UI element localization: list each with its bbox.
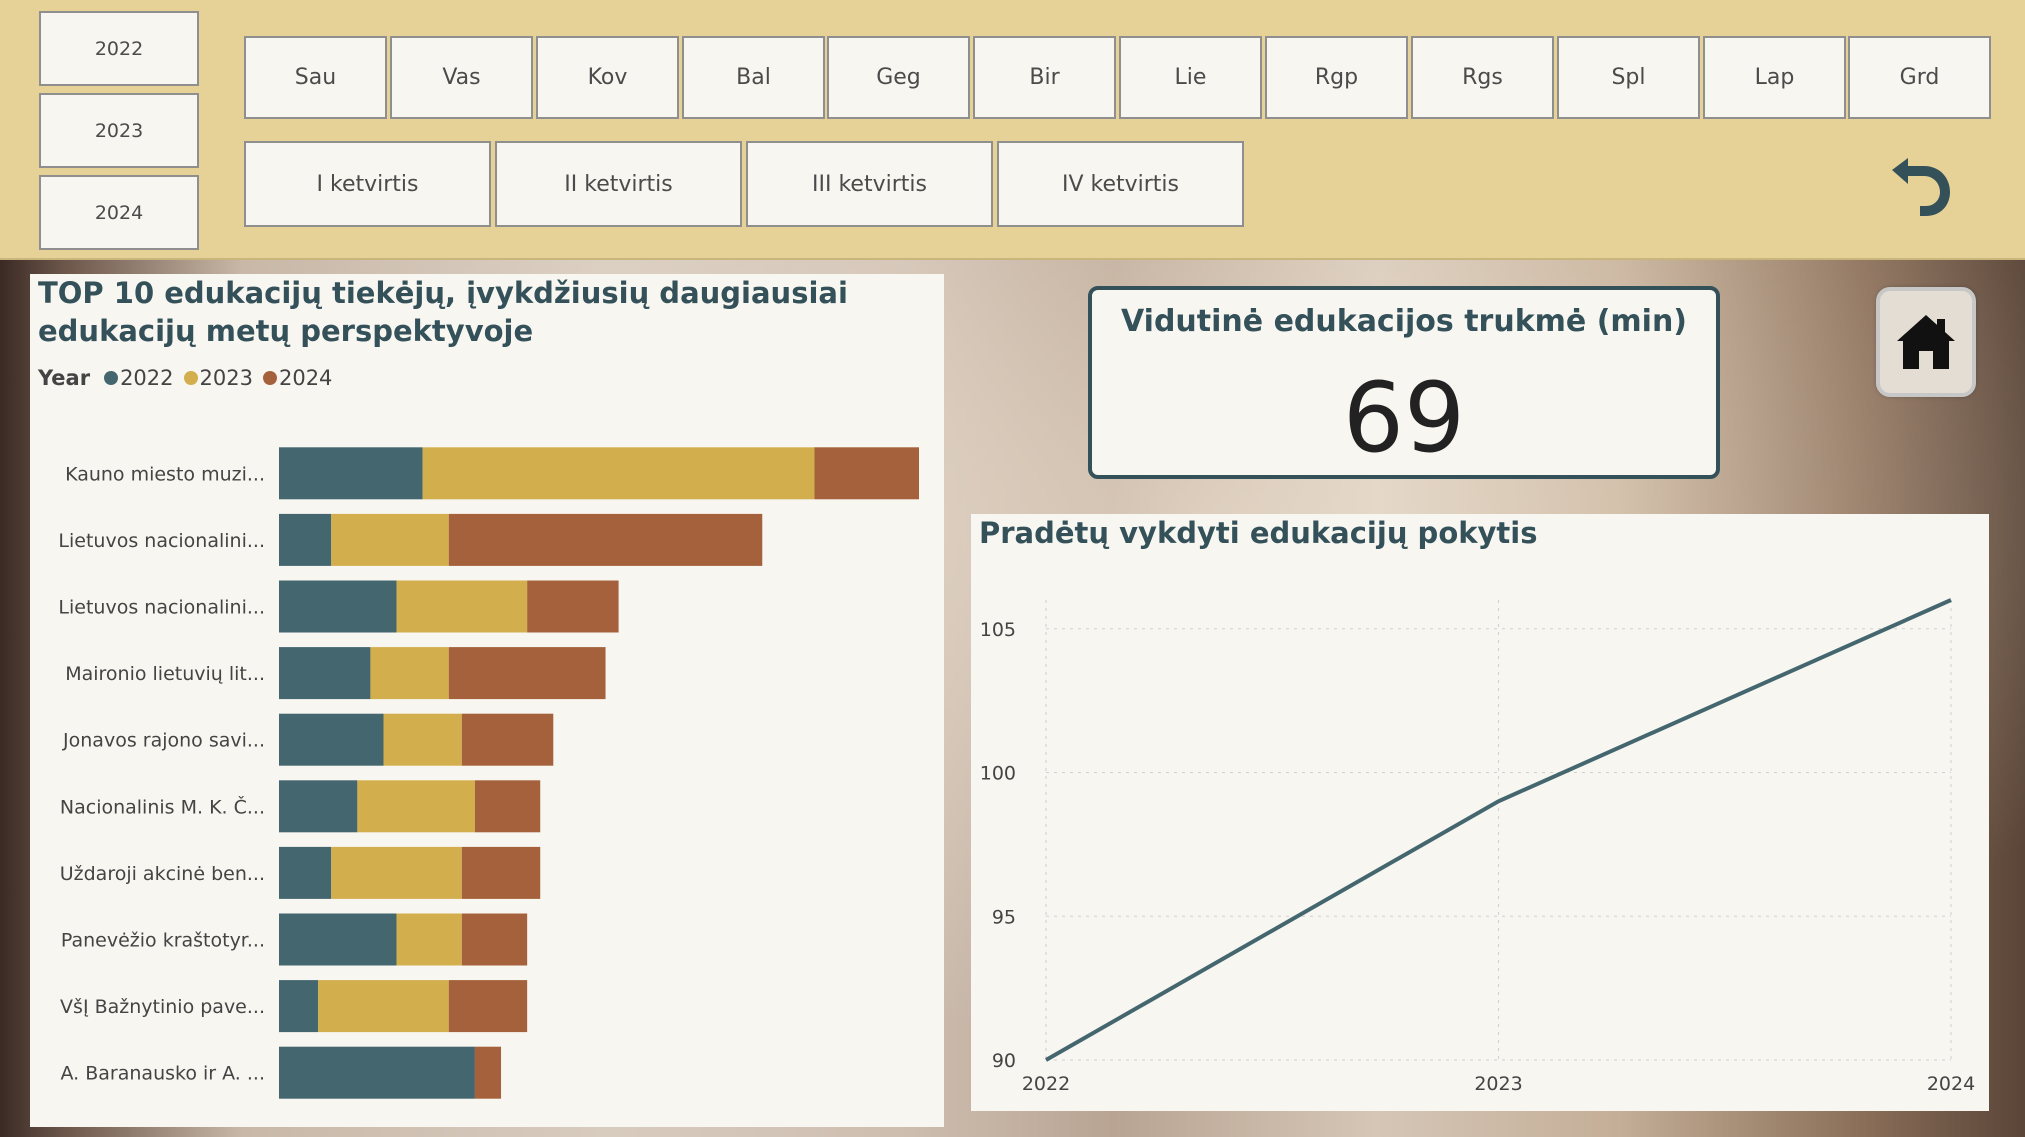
bar-segment-2023[interactable]	[383, 713, 462, 766]
quarter-button-3[interactable]: III ketvirtis	[746, 141, 993, 227]
top10-bar-chart-panel: TOP 10 edukacijų tiekėjų, įvykdžiusių da…	[30, 274, 944, 1127]
bar-segment-2022[interactable]	[279, 713, 384, 766]
bar-segment-2023[interactable]	[331, 846, 462, 899]
undo-arrow-icon[interactable]	[1880, 152, 1960, 222]
year-button-2024[interactable]: 2024	[39, 175, 199, 250]
bar-segment-2024[interactable]	[448, 980, 528, 1033]
month-button-kov[interactable]: Kov	[536, 36, 679, 119]
quarter-button-4[interactable]: IV ketvirtis	[997, 141, 1244, 227]
month-button-bir[interactable]: Bir	[973, 36, 1116, 119]
bar-category-label: Maironio lietuvių lit...	[65, 663, 265, 685]
bar-segment-2022[interactable]	[279, 846, 332, 899]
month-button-grd[interactable]: Grd	[1848, 36, 1991, 119]
bar-segment-2024[interactable]	[474, 1046, 502, 1099]
month-button-lap[interactable]: Lap	[1703, 36, 1846, 119]
year-button-2023[interactable]: 2023	[39, 93, 199, 168]
filter-bar: 2022 2023 2024 Sau Vas Kov Bal Geg Bir L…	[0, 0, 2025, 260]
x-tick-label: 2022	[1022, 1073, 1070, 1095]
bar-segment-2023[interactable]	[396, 913, 462, 966]
bar-segment-2022[interactable]	[279, 1046, 475, 1099]
month-button-sau[interactable]: Sau	[244, 36, 387, 119]
y-tick-label: 100	[980, 763, 1016, 785]
bar-segment-2024[interactable]	[461, 713, 554, 766]
x-tick-label: 2023	[1474, 1073, 1522, 1095]
bar-segment-2023[interactable]	[396, 580, 528, 633]
kpi-value: 69	[1342, 362, 1466, 474]
bar-category-label: Uždaroji akcinė ben...	[60, 863, 265, 885]
bar-category-label: VšĮ Bažnytinio pave...	[60, 996, 265, 1018]
month-button-rgs[interactable]: Rgs	[1411, 36, 1554, 119]
bar-chart-svg: Kauno miesto muzi... Lietuvos nacionalini…	[58, 447, 919, 1099]
bar-segment-2024[interactable]	[814, 447, 919, 500]
bar-segment-2022[interactable]	[279, 780, 358, 833]
bar-segment-2023[interactable]	[357, 780, 475, 833]
bar-segment-2022[interactable]	[279, 980, 319, 1033]
bar-segment-2023[interactable]	[318, 980, 449, 1033]
line-chart-svg: 90 95 100 105 2022 2023 2024	[980, 598, 1975, 1095]
bar-segment-2024[interactable]	[448, 647, 606, 700]
y-tick-label: 95	[992, 906, 1016, 928]
bar-segment-2022[interactable]	[279, 513, 332, 566]
month-button-geg[interactable]: Geg	[827, 36, 970, 119]
line-series[interactable]	[1045, 598, 1952, 1062]
quarter-button-2[interactable]: II ketvirtis	[495, 141, 742, 227]
bar-segment-2024[interactable]	[474, 780, 541, 833]
month-button-lie[interactable]: Lie	[1119, 36, 1262, 119]
bar-category-label: Lietuvos nacionalini...	[58, 597, 265, 619]
quarter-button-1[interactable]: I ketvirtis	[244, 141, 491, 227]
month-button-rgp[interactable]: Rgp	[1265, 36, 1408, 119]
bar-category-label: Lietuvos nacionalini...	[58, 530, 265, 552]
bar-segment-2024[interactable]	[461, 913, 528, 966]
bar-category-label: Panevėžio kraštotyr...	[61, 930, 265, 952]
bar-segment-2023[interactable]	[370, 647, 449, 700]
bar-segment-2022[interactable]	[279, 447, 423, 500]
y-tick-label: 90	[992, 1050, 1016, 1072]
bar-category-label: Nacionalinis M. K. Č...	[60, 794, 265, 818]
x-tick-label: 2024	[1927, 1073, 1975, 1095]
kpi-card: Vidutinė edukacijos trukmė (min) 69	[1088, 286, 1720, 479]
month-button-vas[interactable]: Vas	[390, 36, 533, 119]
bar-segment-2024[interactable]	[448, 513, 763, 566]
line-chart-panel: Pradėtų vykdyti edukacijų pokytis 90 95 10…	[971, 514, 1989, 1111]
bar-segment-2024[interactable]	[527, 580, 619, 633]
y-tick-label: 105	[980, 619, 1016, 641]
year-button-2022[interactable]: 2022	[39, 11, 199, 86]
bar-category-label: Kauno miesto muzi...	[65, 463, 265, 485]
home-button[interactable]	[1876, 287, 1976, 397]
bar-segment-2024[interactable]	[461, 846, 541, 899]
bar-segment-2023[interactable]	[331, 513, 449, 566]
month-button-spl[interactable]: Spl	[1557, 36, 1700, 119]
home-icon	[1897, 315, 1955, 369]
bar-segment-2022[interactable]	[279, 647, 371, 700]
bar-segment-2022[interactable]	[279, 913, 397, 966]
kpi-title: Vidutinė edukacijos trukmė (min)	[1120, 304, 1688, 339]
bar-segment-2023[interactable]	[422, 447, 815, 500]
bar-category-label: A. Baranausko ir A. ...	[61, 1063, 265, 1085]
month-button-bal[interactable]: Bal	[682, 36, 825, 119]
bar-category-label: Jonavos rajono savi...	[62, 730, 265, 752]
bar-segment-2022[interactable]	[279, 580, 397, 633]
